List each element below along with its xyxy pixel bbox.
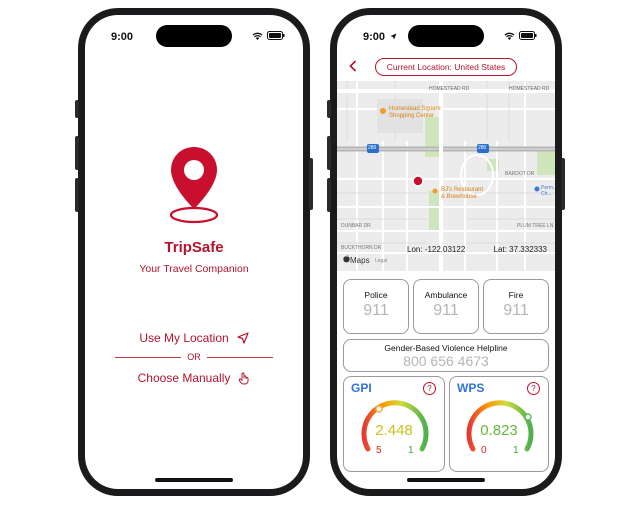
- coordinates-readout: Lon: -122.03122 Lat: 37.332333: [337, 245, 555, 259]
- back-button[interactable]: [349, 59, 357, 77]
- gpi-min-label: 5: [376, 445, 382, 456]
- welcome-screen: 9:00 TripSafe Your Travel Companion Use …: [85, 15, 303, 489]
- status-bar: 9:00: [85, 15, 303, 51]
- app-name: TripSafe: [164, 239, 224, 256]
- choose-manually-label: Choose Manually: [137, 371, 231, 385]
- map-label-poi: Homestead Square Shopping Center: [389, 106, 441, 119]
- dynamic-island: [408, 25, 484, 47]
- battery-icon: [267, 31, 285, 40]
- helpline-card[interactable]: Gender-Based Violence Helpline 800 656 4…: [343, 339, 549, 372]
- map-label-street: HOMESTEAD RD: [429, 86, 470, 92]
- wps-gauge-card[interactable]: WPS ? 0.823 0 1: [449, 376, 549, 472]
- ambulance-label: Ambulance: [424, 290, 468, 300]
- dynamic-island: [156, 25, 232, 47]
- longitude-value: Lon: -122.03122: [407, 245, 466, 254]
- map-label-street: BARDOT DR: [505, 171, 535, 177]
- gpi-gauge-card[interactable]: GPI ? 2.448 5 1: [343, 376, 445, 472]
- map-label-highway: 280: [368, 145, 377, 151]
- map-label-street: PLUM TREE LN: [517, 223, 554, 229]
- fire-number: 911: [503, 302, 529, 319]
- police-label: Police: [364, 290, 388, 300]
- latitude-value: Lat: 37.332333: [493, 245, 547, 254]
- chevron-left-icon: [349, 60, 357, 72]
- helpline-number: 800 656 4673: [403, 353, 489, 369]
- phone-side-button: [327, 136, 331, 170]
- wifi-icon: [504, 32, 515, 40]
- fire-card[interactable]: Fire 911: [483, 279, 549, 334]
- tap-hand-icon: [239, 372, 249, 384]
- phone-side-button: [561, 158, 565, 210]
- ambulance-number: 911: [433, 302, 459, 319]
- location-services-icon: [390, 33, 397, 40]
- use-my-location-button[interactable]: Use My Location: [85, 331, 303, 345]
- police-card[interactable]: Police 911: [343, 279, 409, 334]
- current-location-pill[interactable]: Current Location: United States: [375, 58, 517, 76]
- status-bar: 9:00: [337, 15, 555, 51]
- home-indicator: [407, 478, 485, 482]
- safety-dashboard-screen: 9:00 Current Location: United States HOM…: [337, 15, 555, 489]
- wps-min-label: 0: [481, 445, 487, 456]
- wps-max-label: 1: [513, 445, 519, 456]
- wps-value: 0.823: [480, 422, 518, 439]
- map-label-street: HOMESTEAD RD: [509, 86, 550, 92]
- phone-side-button: [327, 100, 331, 118]
- police-number: 911: [363, 302, 389, 319]
- app-tagline: Your Travel Companion: [139, 263, 249, 275]
- map-label-street: DUNBAR DR: [341, 223, 371, 229]
- map-label-poi: BJ's Restaurant & Brewhouse: [441, 187, 484, 200]
- ambulance-card[interactable]: Ambulance 911: [413, 279, 479, 334]
- phone-side-button: [75, 100, 79, 118]
- map-view[interactable]: HOMESTEAD RD HOMESTEAD RD Homestead Squa…: [337, 81, 555, 271]
- gpi-max-label: 1: [408, 445, 414, 456]
- apple-maps-logo: Maps: [343, 255, 370, 265]
- helpline-label: Gender-Based Violence Helpline: [384, 343, 508, 353]
- map-legal-link[interactable]: Legal: [375, 258, 387, 264]
- map-label-highway: 280: [478, 145, 487, 151]
- or-label: OR: [187, 352, 201, 362]
- apple-logo-icon: [343, 255, 350, 263]
- location-arrow-icon: [237, 332, 249, 344]
- fire-label: Fire: [508, 290, 524, 300]
- gpi-value: 2.448: [375, 422, 413, 439]
- phone-side-button: [75, 178, 79, 212]
- or-divider: OR: [115, 352, 273, 362]
- wifi-icon: [252, 32, 263, 40]
- phone-frame-left: 9:00 TripSafe Your Travel Companion Use …: [75, 8, 313, 496]
- map-label-poi: Perm... Ch...: [541, 185, 555, 197]
- phone-side-button: [309, 158, 313, 210]
- use-my-location-label: Use My Location: [139, 331, 229, 345]
- phone-frame-right: 9:00 Current Location: United States HOM…: [327, 8, 565, 496]
- phone-side-button: [75, 136, 79, 170]
- status-time: 9:00: [363, 31, 397, 43]
- battery-icon: [519, 31, 537, 40]
- phone-side-button: [327, 178, 331, 212]
- location-pin-logo-icon: [169, 147, 219, 224]
- home-indicator: [155, 478, 233, 482]
- status-time: 9:00: [111, 31, 134, 43]
- choose-manually-button[interactable]: Choose Manually: [85, 371, 303, 385]
